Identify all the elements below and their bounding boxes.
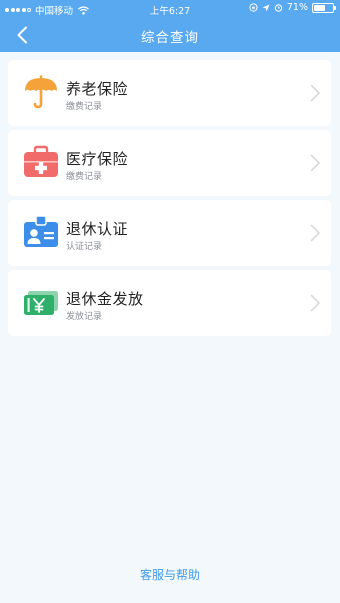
umbrella-icon [25, 75, 57, 109]
lock-rotation-icon [249, 3, 258, 12]
id-card-icon [24, 215, 58, 247]
chevron-right-icon [310, 294, 321, 312]
status-right: 71% [249, 2, 336, 13]
medical-insurance-item[interactable]: 医疗保险 缴费记录 [8, 130, 331, 196]
page-title: 综合查询 [141, 30, 199, 46]
item-subtitle: 缴费记录 [66, 172, 103, 182]
battery-fill [314, 4, 326, 11]
item-title: 医疗保险 [66, 150, 129, 168]
medical-kit-icon [24, 145, 58, 177]
retirement-certification-item[interactable]: 退休认证 认证记录 [8, 200, 331, 266]
item-title: 养老保险 [66, 80, 129, 98]
chevron-right-icon [310, 84, 321, 102]
query-list: 养老保险 缴费记录 医疗保险 缴费记录 退休认证 认证记录 退休金发放 发放记录 [8, 60, 331, 340]
item-title: 退休认证 [66, 220, 129, 238]
chevron-right-icon [310, 224, 321, 242]
item-subtitle: 认证记录 [66, 242, 103, 252]
item-subtitle: 发放记录 [66, 312, 103, 322]
pension-insurance-item[interactable]: 养老保险 缴费记录 [8, 60, 331, 126]
item-title: 退休金发放 [66, 290, 144, 308]
money-ticket-icon [24, 291, 58, 315]
status-bar: 中国移动 上午6:27 71% [0, 0, 340, 17]
item-subtitle: 缴费记录 [66, 102, 103, 112]
battery-percent: 71% [286, 2, 308, 13]
location-arrow-icon [262, 4, 270, 11]
app-header: 中国移动 上午6:27 71% 综合查询 [0, 0, 340, 52]
pension-payout-item[interactable]: 退休金发放 发放记录 [8, 270, 331, 336]
alarm-clock-icon [274, 4, 283, 12]
chevron-right-icon [310, 154, 321, 172]
customer-service-help-link[interactable]: 客服与帮助 [0, 566, 340, 583]
navigation-bar: 综合查询 [0, 17, 340, 52]
battery-icon [312, 2, 336, 13]
